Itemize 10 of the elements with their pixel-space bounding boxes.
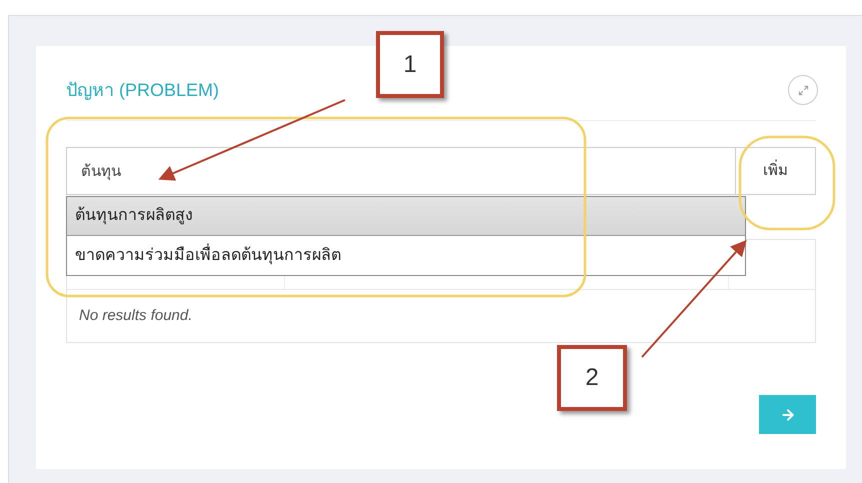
panel-title: ปัญหา (PROBLEM) (66, 78, 220, 102)
callout-number: 2 (585, 363, 599, 393)
callout-number: 1 (403, 50, 417, 80)
add-button[interactable]: เพิ่ม (736, 147, 816, 195)
search-field[interactable]: ต้นทุน (66, 147, 736, 195)
expand-button[interactable] (788, 75, 818, 105)
expand-icon (798, 84, 808, 96)
next-button[interactable] (759, 395, 816, 434)
empty-message: No results found. (79, 306, 192, 326)
suggestion-item[interactable]: ต้นทุนการผลิตสูง (67, 197, 745, 236)
